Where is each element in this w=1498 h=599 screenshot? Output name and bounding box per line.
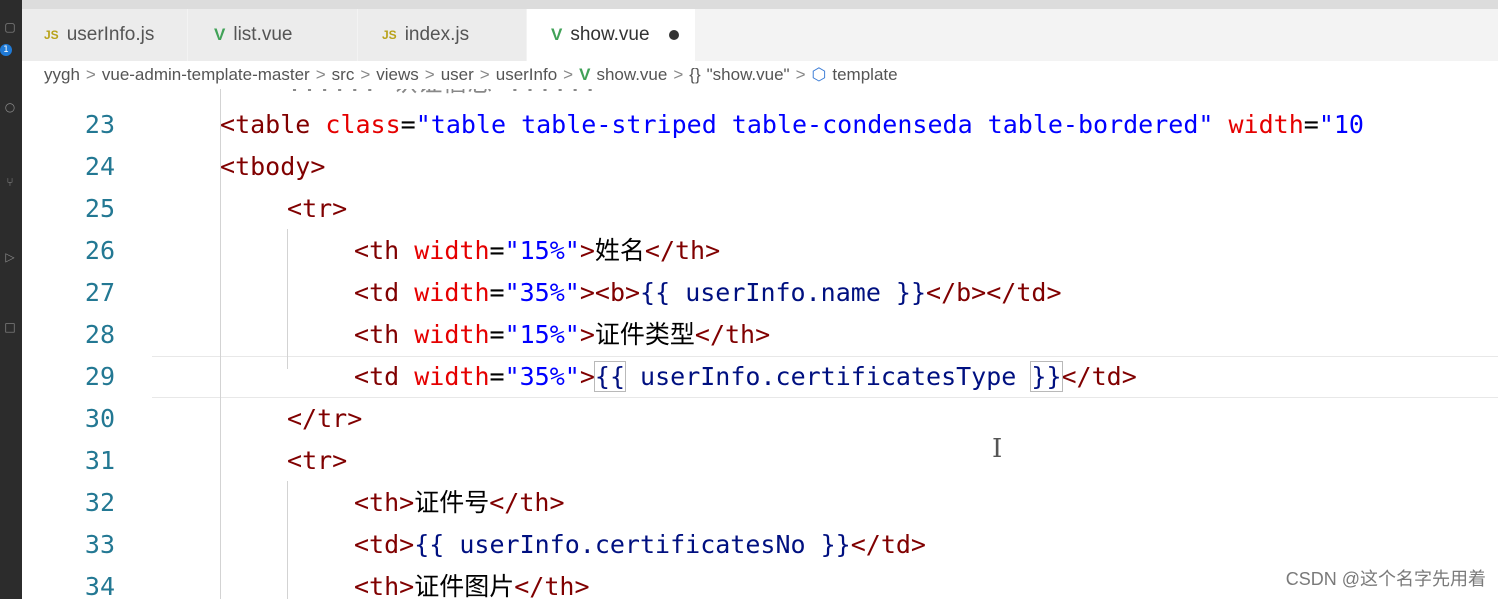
breadcrumb-symbol[interactable]: {} "show.vue" — [683, 65, 795, 85]
vue-file-icon: V — [551, 25, 563, 44]
line-number: 27 — [84, 278, 115, 307]
breadcrumb-item[interactable]: src — [326, 65, 361, 85]
code-line-24: <tbody> — [220, 152, 326, 181]
line-number: 31 — [84, 446, 115, 475]
line-number: 24 — [84, 152, 115, 181]
tab-list-vue[interactable]: V list.vue — [188, 9, 357, 61]
chevron-right-icon: > — [85, 65, 96, 84]
code-line-22: ...... 认证信息 ...... — [287, 89, 598, 104]
cube-icon: ⬡ — [811, 65, 827, 84]
chevron-right-icon: > — [795, 65, 806, 84]
breadcrumb-item[interactable]: vue-admin-template-master — [96, 65, 316, 85]
breadcrumb-symbol[interactable]: ⬡ template — [806, 65, 904, 85]
matched-bracket: {{ — [593, 361, 627, 392]
explorer-icon[interactable]: ▢ — [3, 20, 17, 34]
code-line-26: <th width="15%">姓名</th> — [354, 236, 721, 265]
js-file-icon: JS — [382, 28, 397, 42]
tab-label: show.vue — [570, 24, 650, 45]
code-line-23: <table class="table table-striped table-… — [220, 110, 1364, 139]
breadcrumb-item[interactable]: yygh — [22, 65, 86, 85]
search-icon[interactable]: ○ — [3, 100, 17, 114]
chevron-right-icon: > — [563, 65, 574, 84]
tab-index-js[interactable]: JS index.js — [358, 9, 526, 61]
breadcrumb-item[interactable]: userInfo — [490, 65, 563, 85]
tab-userinfo-js[interactable]: JS userInfo.js — [22, 9, 187, 61]
indent-guide — [287, 481, 288, 599]
chevron-right-icon: > — [360, 65, 371, 84]
chevron-right-icon: > — [315, 65, 326, 84]
line-number: 34 — [84, 572, 115, 599]
line-number: 23 — [84, 110, 115, 139]
line-number: 25 — [84, 194, 115, 223]
tab-label: list.vue — [233, 24, 293, 45]
line-number: 29 — [84, 362, 115, 391]
code-line-34: <th>证件图片</th> — [354, 572, 590, 599]
breadcrumb-item: "show.vue" — [706, 65, 790, 84]
extensions-icon[interactable]: □ — [3, 320, 17, 334]
vue-file-icon: V — [579, 65, 591, 84]
breadcrumb-item: show.vue — [596, 65, 668, 84]
code-line-33: <td>{{ userInfo.certificatesNo }}</td> — [354, 530, 926, 559]
chevron-right-icon: > — [479, 65, 490, 84]
code-line-25: <tr> — [287, 194, 348, 223]
indent-guide — [287, 229, 288, 369]
code-line-32: <th>证件号</th> — [354, 488, 565, 517]
chevron-right-icon: > — [424, 65, 435, 84]
breadcrumb-item[interactable]: user — [435, 65, 480, 85]
breadcrumb-item[interactable]: views — [370, 65, 425, 85]
matched-bracket: }} — [1030, 361, 1063, 392]
line-number: 32 — [84, 488, 115, 517]
vue-file-icon: V — [214, 25, 226, 44]
unsaved-changes-dot-icon[interactable] — [669, 30, 679, 40]
js-file-icon: JS — [44, 28, 59, 42]
source-control-icon[interactable]: ⑂ — [3, 175, 17, 189]
line-number: 26 — [84, 236, 115, 265]
tab-label: index.js — [404, 24, 470, 45]
code-line-30: </tr> — [287, 404, 363, 433]
window-top-strip — [0, 0, 1498, 9]
breadcrumb-file[interactable]: Vshow.vue — [573, 65, 673, 85]
notification-badge: 1 — [0, 44, 12, 56]
code-line-28: <th width="15%">证件类型</th> — [354, 320, 771, 349]
tab-show-vue[interactable]: V show.vue — [527, 9, 695, 61]
line-number: 33 — [84, 530, 115, 559]
line-number: 30 — [84, 404, 115, 433]
breadcrumb-item: template — [832, 65, 898, 84]
line-number: 28 — [84, 320, 115, 349]
code-line-29: <td width="35%">{{ userInfo.certificates… — [354, 361, 1137, 392]
tab-label: userInfo.js — [66, 24, 155, 45]
braces-icon: {} — [689, 65, 701, 84]
editor-tab-bar: JS userInfo.js V list.vue JS index.js V … — [22, 9, 1498, 61]
run-debug-icon[interactable]: ▷ — [3, 250, 17, 264]
breadcrumb: yygh > vue-admin-template-master > src >… — [22, 61, 1498, 89]
code-line-31: <tr> — [287, 446, 348, 475]
code-line-27: <td width="35%"><b>{{ userInfo.name }}</… — [354, 278, 1062, 307]
watermark: CSDN @这个名字先用着 — [1285, 569, 1486, 589]
activity-bar: ▢ 1 ○ ⑂ ▷ □ — [0, 0, 22, 599]
code-editor[interactable]: ...... 认证信息 ...... 23 24 25 26 27 28 29 … — [22, 89, 1498, 599]
chevron-right-icon: > — [673, 65, 684, 84]
text-cursor-icon: I — [992, 434, 1003, 464]
